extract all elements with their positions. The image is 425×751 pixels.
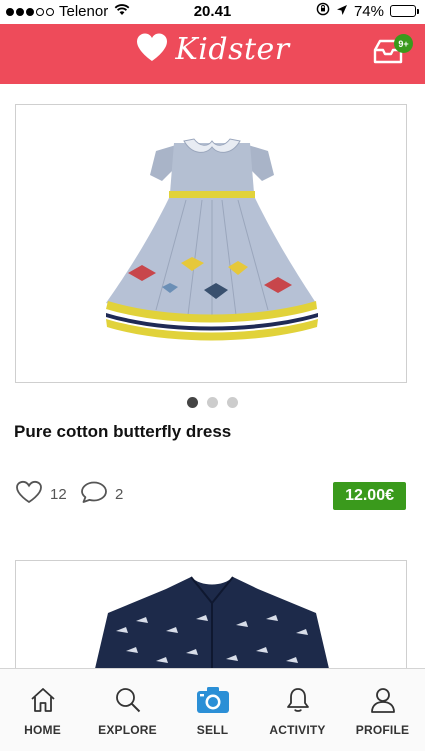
heart-outline-icon [15,480,43,509]
product-card[interactable] [0,560,425,668]
comment-count: 2 [115,486,124,503]
tab-explore[interactable]: EXPLORE [85,669,170,751]
bell-icon [284,685,312,715]
inbox-badge: 9+ [394,34,413,53]
product-title[interactable]: Pure cotton butterfly dress [14,422,425,442]
product-image[interactable] [15,560,407,668]
comment-button[interactable]: 2 [80,480,123,509]
battery-percent: 74% [353,2,384,20]
tab-label: PROFILE [355,723,410,737]
card-footer: 12 2 12.00€ [0,442,425,510]
heart-icon [135,32,169,67]
product-feed[interactable]: Pure cotton butterfly dress 12 2 12.00€ [0,84,425,668]
carousel-dot-active[interactable] [187,397,198,408]
location-arrow-icon [336,3,348,20]
kidster-logo[interactable]: Kidster [0,32,425,67]
app-screen: Telenor 20.41 74% Kidster 9+ Pure cotton… [0,0,425,751]
carousel-dot[interactable] [207,397,218,408]
app-header: Kidster 9+ [0,24,425,84]
tab-label: HOME [24,723,61,737]
tab-label: EXPLORE [98,723,157,737]
camera-icon [196,685,230,715]
tab-sell[interactable]: SELL [170,669,255,751]
inbox-button[interactable]: 9+ [373,34,413,68]
logo-text: Kidster [175,32,290,67]
product-image[interactable] [15,104,407,383]
blue-dress-with-butterflies-icon [16,138,406,382]
home-icon [29,685,57,715]
rotation-lock-icon [316,2,330,20]
status-right: 74% [316,2,419,20]
tab-label: ACTIVITY [269,723,326,737]
search-icon [114,685,142,715]
comment-bubble-icon [80,480,108,509]
tab-activity[interactable]: ACTIVITY [255,669,340,751]
tab-bar: HOME EXPLORE SELL ACTIVITY PROFILE [0,668,425,751]
tab-profile[interactable]: PROFILE [340,669,425,751]
product-card[interactable]: Pure cotton butterfly dress 12 2 12.00€ [0,104,425,510]
image-carousel-dots[interactable] [0,397,425,408]
inbox-icon [373,39,403,68]
tab-label: SELL [196,723,229,737]
carousel-dot[interactable] [227,397,238,408]
status-bar: Telenor 20.41 74% [0,0,425,24]
price-tag[interactable]: 12.00€ [333,482,406,510]
user-icon [369,685,397,715]
tab-home[interactable]: HOME [0,669,85,751]
like-count: 12 [50,486,67,503]
like-button[interactable]: 12 [15,480,67,509]
battery-icon [390,5,419,17]
